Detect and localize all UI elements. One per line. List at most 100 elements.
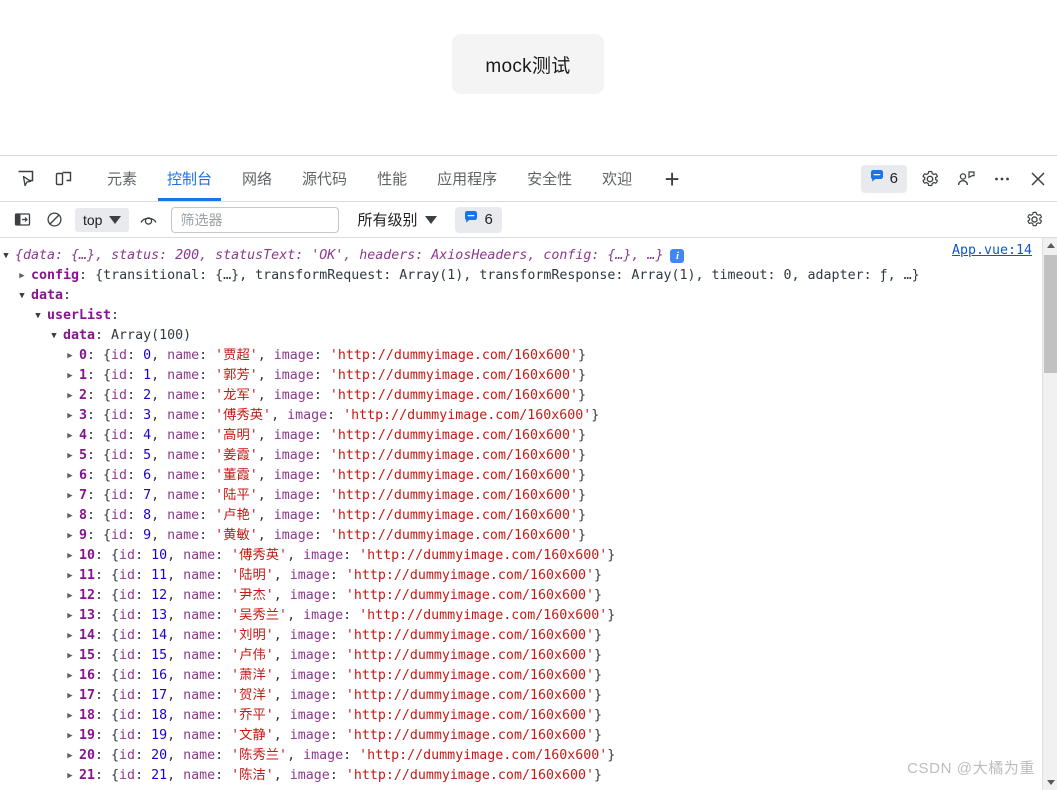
array-entry-row[interactable]: ▶ 4: {id: 4, name: '高明', image: 'http://d… [0,426,1042,446]
expand-arrow-icon[interactable]: ▶ [64,366,76,386]
entry-id-key: id [119,588,136,603]
console-output: App.vue:14 ▼ {data: {…}, status: 200, st… [0,238,1057,790]
array-entry-row[interactable]: ▶ 19: {id: 19, name: '文静', image: 'http:/… [0,726,1042,746]
expand-arrow-icon[interactable]: ▼ [16,286,28,306]
mock-test-button[interactable]: mock测试 [452,34,604,94]
expand-arrow-icon[interactable]: ▼ [48,326,60,346]
expand-arrow-icon[interactable]: ▶ [64,766,76,786]
array-entry-row[interactable]: ▶ 2: {id: 2, name: '龙军', image: 'http://d… [0,386,1042,406]
array-entry-row[interactable]: ▶ 7: {id: 7, name: '陆平', image: 'http://d… [0,486,1042,506]
array-entry-row[interactable]: ▶ 15: {id: 15, name: '卢伟', image: 'http:/… [0,646,1042,666]
entry-id-key: id [111,508,128,523]
expand-arrow-icon[interactable]: ▶ [64,706,76,726]
array-entry-row[interactable]: ▶ 3: {id: 3, name: '傅秀英', image: 'http://… [0,406,1042,426]
expand-arrow-icon[interactable]: ▶ [64,586,76,606]
entry-id-value: 20 [151,748,168,763]
console-settings-gear-icon[interactable] [1019,207,1049,233]
array-entry-row[interactable]: ▶ 18: {id: 18, name: '乔平', image: 'http:/… [0,706,1042,726]
array-entry-row[interactable]: ▶ 11: {id: 11, name: '陆明', image: 'http:/… [0,566,1042,586]
expand-arrow-icon[interactable]: ▶ [64,486,76,506]
console-row-userlist[interactable]: ▼ userList: [0,306,1042,326]
array-entry-row[interactable]: ▶ 21: {id: 21, name: '陈洁', image: 'http:/… [0,766,1042,786]
clear-console-icon[interactable] [39,207,69,233]
tab-sources[interactable]: 源代码 [287,156,362,201]
expand-arrow-icon[interactable]: ▶ [64,726,76,746]
close-icon[interactable] [1021,163,1055,195]
entry-image-key: image [273,468,314,483]
entry-index: 18 [79,708,96,723]
console-scrollbar[interactable] [1042,238,1057,790]
message-count-badge[interactable]: 6 [860,164,907,193]
tab-security[interactable]: 安全性 [512,156,587,201]
expand-arrow-icon[interactable]: ▶ [64,506,76,526]
gear-icon[interactable] [913,163,947,195]
array-entry-row[interactable]: ▶ 14: {id: 14, name: '刘明', image: 'http:/… [0,626,1042,646]
config-value: {transitional: {…}, transformRequest: Ar… [95,268,920,283]
expand-arrow-icon[interactable]: ▶ [64,446,76,466]
scrollbar-thumb[interactable] [1044,255,1057,373]
info-badge-icon[interactable]: i [670,249,685,263]
expand-arrow-icon[interactable]: ▶ [64,746,76,766]
entry-image-value: 'http://dummyimage.com/160x600' [345,668,594,683]
live-expression-icon[interactable] [133,207,163,233]
scroll-up-arrow-icon[interactable] [1043,238,1057,253]
tab-console[interactable]: 控制台 [152,156,227,201]
expand-arrow-icon[interactable]: ▶ [64,546,76,566]
console-row-config[interactable]: ▶ config: {transitional: {…}, transformR… [0,266,1042,286]
tab-welcome[interactable]: 欢迎 [587,156,647,201]
expand-arrow-icon[interactable]: ▶ [64,406,76,426]
console-row-inner-data[interactable]: ▼ data: Array(100) [0,326,1042,346]
expand-arrow-icon[interactable]: ▶ [64,346,76,366]
array-entry-row[interactable]: ▶ 13: {id: 13, name: '吴秀兰', image: 'http:… [0,606,1042,626]
console-sidebar-icon[interactable] [7,207,37,233]
entry-name-value: '尹杰' [231,588,274,603]
array-entry-row[interactable]: ▶ 0: {id: 0, name: '贾超', image: 'http://d… [0,346,1042,366]
account-icon[interactable] [949,163,983,195]
tab-application[interactable]: 应用程序 [422,156,512,201]
add-tab-button[interactable]: + [653,163,691,195]
entry-id-value: 16 [151,668,168,683]
tab-network[interactable]: 网络 [227,156,287,201]
expand-arrow-icon[interactable]: ▼ [0,246,12,266]
array-entry-row[interactable]: ▶ 10: {id: 10, name: '傅秀英', image: 'http:… [0,546,1042,566]
array-entry-row[interactable]: ▶ 9: {id: 9, name: '黄敏', image: 'http://d… [0,526,1042,546]
entry-id-key: id [119,668,136,683]
expand-arrow-icon[interactable]: ▶ [64,426,76,446]
console-log-root[interactable]: ▼ {data: {…}, status: 200, statusText: '… [0,246,1042,266]
expand-arrow-icon[interactable]: ▶ [64,686,76,706]
tab-performance[interactable]: 性能 [362,156,422,201]
entry-id-key: id [111,428,128,443]
speech-bubble-icon [464,210,478,229]
console-row-data[interactable]: ▼ data: [0,286,1042,306]
expand-arrow-icon[interactable]: ▶ [64,386,76,406]
expand-arrow-icon[interactable]: ▶ [64,626,76,646]
execution-context-select[interactable]: top [75,207,130,232]
scroll-down-arrow-icon[interactable] [1043,775,1057,790]
expand-arrow-icon[interactable]: ▶ [64,466,76,486]
more-options-icon[interactable] [985,163,1019,195]
expand-arrow-icon[interactable]: ▶ [64,606,76,626]
expand-arrow-icon[interactable]: ▶ [64,526,76,546]
entry-id-value: 19 [151,728,168,743]
expand-arrow-icon[interactable]: ▼ [32,306,44,326]
expand-arrow-icon[interactable]: ▶ [64,646,76,666]
array-entry-row[interactable]: ▶ 6: {id: 6, name: '董霞', image: 'http://d… [0,466,1042,486]
array-entry-row[interactable]: ▶ 17: {id: 17, name: '贺洋', image: 'http:/… [0,686,1042,706]
expand-arrow-icon[interactable]: ▶ [16,266,28,286]
tab-elements[interactable]: 元素 [92,156,152,201]
array-entry-row[interactable]: ▶ 8: {id: 8, name: '卢艳', image: 'http://d… [0,506,1042,526]
array-entry-row[interactable]: ▶ 1: {id: 1, name: '郭芳', image: 'http://d… [0,366,1042,386]
entry-image-key: image [289,648,330,663]
filter-message-count-badge[interactable]: 6 [455,206,502,233]
expand-arrow-icon[interactable]: ▶ [64,666,76,686]
array-entry-row[interactable]: ▶ 16: {id: 16, name: '萧洋', image: 'http:/… [0,666,1042,686]
log-level-select[interactable]: 所有级别 [357,209,438,230]
array-entry-row[interactable]: ▶ 5: {id: 5, name: '姜霞', image: 'http://d… [0,446,1042,466]
expand-arrow-icon[interactable]: ▶ [64,566,76,586]
device-toolbar-icon[interactable] [47,164,79,194]
array-entry-row[interactable]: ▶ 12: {id: 12, name: '尹杰', image: 'http:/… [0,586,1042,606]
entry-index: 14 [79,628,96,643]
filter-input[interactable] [171,206,340,233]
array-entry-row[interactable]: ▶ 20: {id: 20, name: '陈秀兰', image: 'http:… [0,746,1042,766]
inspect-element-icon[interactable] [9,164,41,194]
